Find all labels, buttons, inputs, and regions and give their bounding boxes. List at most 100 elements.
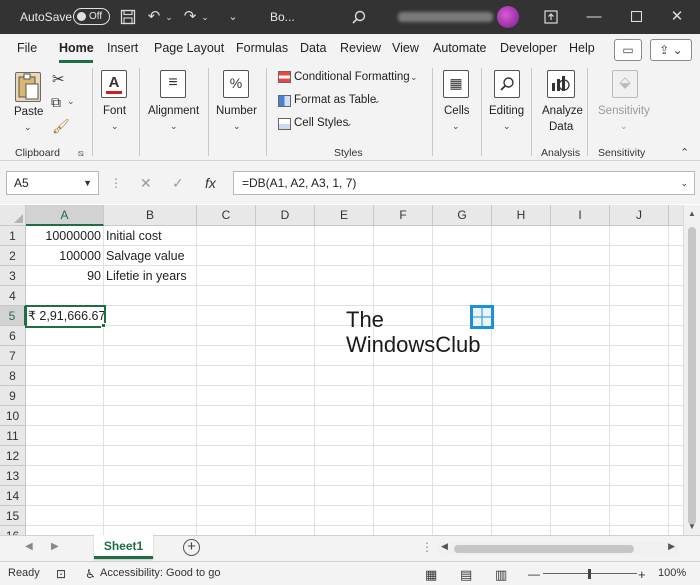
customize-qat-icon[interactable]: ⌄: [226, 0, 240, 34]
horizontal-scroll-thumb[interactable]: [454, 545, 634, 553]
autosave-toggle[interactable]: Off: [73, 8, 110, 25]
column-header-j[interactable]: J: [610, 205, 669, 226]
copy-dropdown-icon[interactable]: ⌄: [67, 96, 75, 107]
cut-icon[interactable]: ✂: [52, 70, 65, 88]
column-header-b[interactable]: B: [104, 205, 197, 226]
alignment-label[interactable]: Alignment: [148, 105, 199, 117]
tab-review[interactable]: Review: [340, 41, 381, 55]
alignment-dropdown-icon[interactable]: ⌄: [170, 121, 178, 132]
comments-icon[interactable]: ▭: [614, 39, 642, 61]
tab-insert[interactable]: Insert: [107, 41, 138, 55]
row-header-8[interactable]: 8: [0, 366, 26, 386]
alignment-icon[interactable]: ≡: [160, 70, 186, 98]
redo-dropdown-icon[interactable]: ⌄: [200, 0, 210, 34]
redo-icon[interactable]: ↷: [181, 0, 199, 34]
tab-file[interactable]: File: [17, 41, 37, 55]
tab-page-layout[interactable]: Page Layout: [154, 41, 224, 55]
tab-help[interactable]: Help: [569, 41, 595, 55]
column-header-e[interactable]: E: [315, 205, 374, 226]
tab-formulas[interactable]: Formulas: [236, 41, 288, 55]
cell-styles-icon[interactable]: [278, 118, 291, 130]
cells-label[interactable]: Cells: [444, 105, 470, 117]
paste-label[interactable]: Paste: [14, 106, 43, 118]
editing-search-icon[interactable]: [494, 70, 520, 98]
add-sheet-icon[interactable]: +: [183, 539, 200, 556]
page-layout-view-icon[interactable]: ▤: [460, 567, 472, 583]
normal-view-icon[interactable]: ▦: [425, 567, 437, 583]
page-break-view-icon[interactable]: ▥: [495, 567, 507, 583]
number-dropdown-icon[interactable]: ⌄: [233, 121, 241, 132]
maximize-icon[interactable]: [626, 0, 646, 34]
scroll-up-icon[interactable]: ▲: [688, 209, 696, 218]
font-icon[interactable]: A: [101, 70, 127, 98]
percent-icon[interactable]: %: [223, 70, 249, 98]
row-header-4[interactable]: 4: [0, 286, 26, 306]
row-header-11[interactable]: 11: [0, 426, 26, 446]
paste-icon[interactable]: [15, 72, 41, 102]
scroll-left-icon[interactable]: ◀: [441, 541, 448, 552]
insert-function-icon[interactable]: fx: [205, 171, 216, 195]
save-icon[interactable]: [118, 0, 138, 34]
number-label[interactable]: Number: [216, 105, 257, 117]
name-box[interactable]: A5 ▼: [6, 171, 99, 195]
undo-icon[interactable]: ↶: [145, 0, 163, 34]
row-header-10[interactable]: 10: [0, 406, 26, 426]
cell-b3[interactable]: Lifetie in years: [104, 266, 197, 286]
analyze-data-label-1[interactable]: Analyze: [542, 105, 583, 117]
zoom-slider-knob[interactable]: [588, 569, 591, 579]
column-header-g[interactable]: G: [433, 205, 492, 226]
row-header-13[interactable]: 13: [0, 466, 26, 486]
select-all-button[interactable]: [0, 205, 26, 226]
accessibility-status[interactable]: Accessibility: Good to go: [100, 567, 220, 579]
cells-icon[interactable]: ▦: [443, 70, 469, 98]
vertical-scroll-thumb[interactable]: [688, 227, 696, 525]
name-box-dropdown-icon[interactable]: ▼: [83, 172, 92, 194]
horizontal-scrollbar[interactable]: ◀ ▶: [438, 541, 678, 555]
copy-icon[interactable]: ⧉: [51, 94, 61, 111]
sheet-tab-sheet1[interactable]: Sheet1: [94, 535, 153, 559]
column-header-d[interactable]: D: [256, 205, 315, 226]
share-icon[interactable]: ⇪ ⌄: [650, 39, 692, 61]
formula-input[interactable]: =DB(A1, A2, A3, 1, 7) ⌄: [233, 171, 695, 195]
cell-b2[interactable]: Salvage value: [104, 246, 197, 266]
scroll-down-icon[interactable]: ▼: [688, 522, 696, 531]
user-name[interactable]: [398, 12, 493, 22]
prev-sheet-icon[interactable]: ◀: [25, 541, 33, 552]
row-header-16[interactable]: 16: [0, 526, 26, 535]
row-header-2[interactable]: 2: [0, 246, 26, 266]
analyze-data-label-2[interactable]: Data: [549, 121, 573, 133]
column-header-i[interactable]: I: [551, 205, 610, 226]
analyze-data-icon[interactable]: [547, 70, 575, 98]
formula-expand-icon[interactable]: ⌄: [680, 172, 688, 194]
font-dropdown-icon[interactable]: ⌄: [111, 121, 119, 132]
cells-dropdown-icon[interactable]: ⌄: [452, 121, 460, 132]
row-header-12[interactable]: 12: [0, 446, 26, 466]
cell-b1[interactable]: Initial cost: [104, 226, 197, 246]
row-header-7[interactable]: 7: [0, 346, 26, 366]
ribbon-display-icon[interactable]: [541, 0, 561, 34]
search-icon[interactable]: [349, 0, 369, 34]
cell-a1[interactable]: 10000000: [26, 226, 104, 246]
format-painter-icon[interactable]: 🖌: [52, 118, 70, 135]
row-header-9[interactable]: 9: [0, 386, 26, 406]
cell-a5[interactable]: ₹ 2,91,666.67: [25, 305, 106, 328]
conditional-formatting-icon[interactable]: [278, 71, 291, 83]
fill-handle[interactable]: [101, 323, 106, 328]
editing-dropdown-icon[interactable]: ⌄: [503, 121, 511, 132]
column-header-h[interactable]: H: [492, 205, 551, 226]
next-sheet-icon[interactable]: ▶: [51, 541, 59, 552]
row-header-14[interactable]: 14: [0, 486, 26, 506]
cell-styles-dropdown-icon[interactable]: ⌄: [345, 118, 353, 129]
scroll-right-icon[interactable]: ▶: [668, 541, 675, 552]
editing-label[interactable]: Editing: [489, 105, 524, 117]
tab-view[interactable]: View: [392, 41, 419, 55]
avatar[interactable]: [497, 6, 519, 28]
tab-data[interactable]: Data: [300, 41, 326, 55]
accessibility-icon[interactable]: ♿: [85, 567, 96, 581]
format-as-table-icon[interactable]: [278, 95, 291, 107]
cell-a2[interactable]: 100000: [26, 246, 104, 266]
format-as-table-dropdown-icon[interactable]: ⌄: [373, 95, 381, 106]
zoom-out-icon[interactable]: —: [528, 567, 540, 581]
minimize-icon[interactable]: —: [584, 0, 604, 34]
column-header-k[interactable]: [669, 205, 683, 226]
